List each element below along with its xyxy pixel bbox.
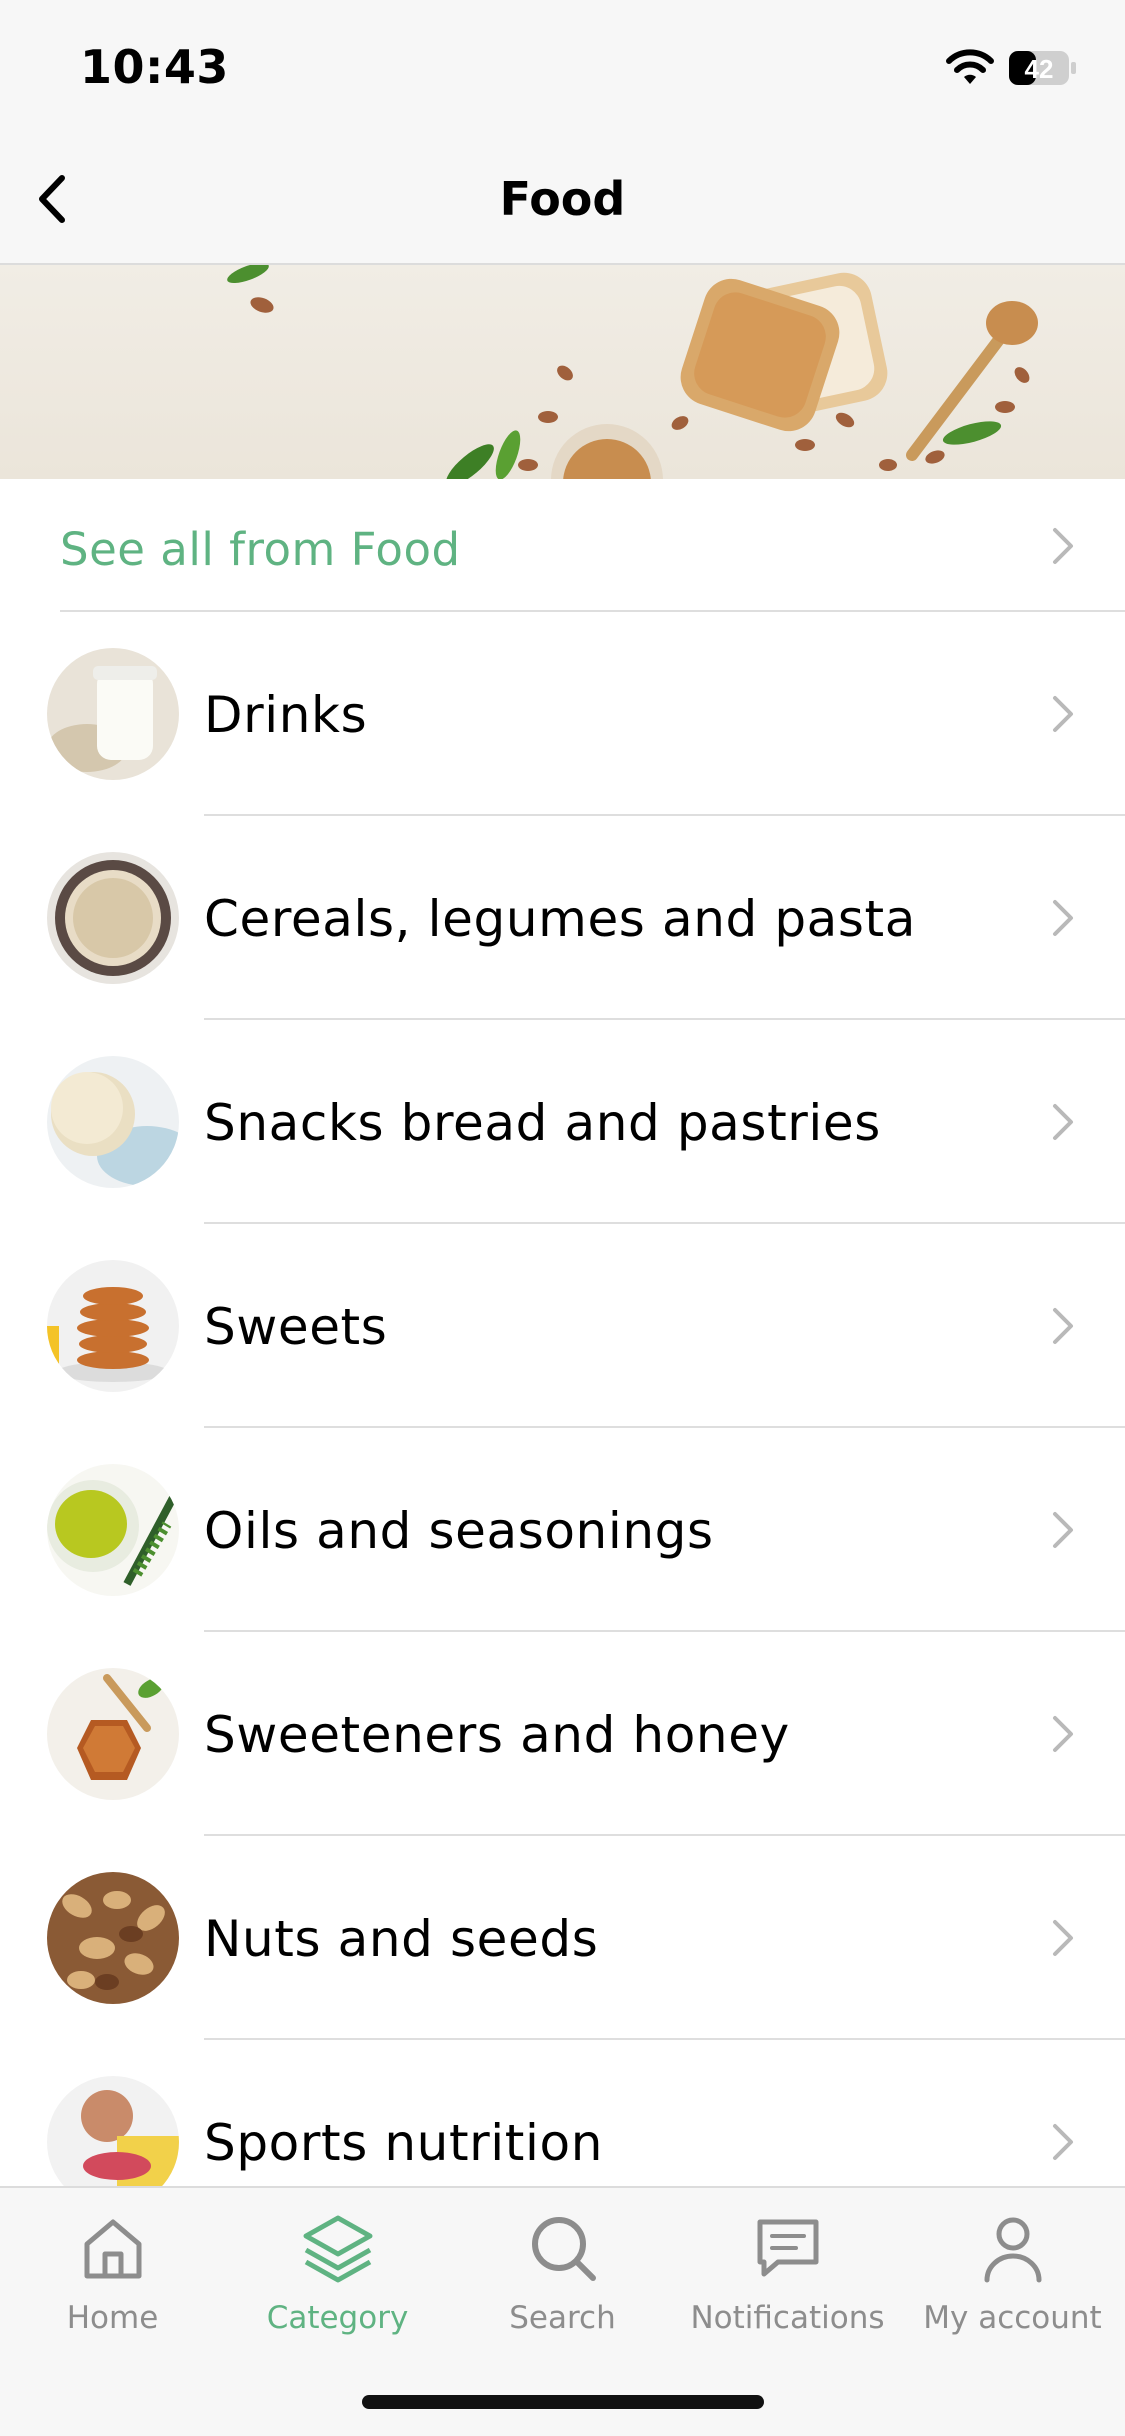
list-item-label: Sweeteners and honey bbox=[204, 1706, 790, 1764]
user-icon bbox=[984, 2217, 1041, 2283]
tab-label: Notifications bbox=[690, 2300, 885, 2336]
list-item-label: Drinks bbox=[204, 686, 368, 744]
tab-search[interactable]: Search bbox=[450, 2208, 675, 2358]
battery-level: 42 bbox=[1025, 54, 1054, 84]
mixed-nuts-image bbox=[47, 1872, 179, 2004]
chevron-right-icon bbox=[1053, 2124, 1073, 2160]
page-title: Food bbox=[499, 172, 626, 226]
chevron-right-icon bbox=[1053, 1104, 1073, 1140]
tab-label: My account bbox=[923, 2300, 1102, 2336]
rice-cakes-image bbox=[47, 1056, 179, 1188]
message-icon bbox=[757, 2219, 818, 2277]
list-item-sweeteners[interactable]: Sweeteners and honey bbox=[0, 1632, 1125, 1836]
chevron-right-icon bbox=[1053, 900, 1073, 936]
list-item-label: Cereals, legumes and pasta bbox=[204, 890, 916, 948]
honey-jar-image bbox=[47, 1668, 179, 1800]
tab-label: Search bbox=[509, 2300, 616, 2336]
see-all-row[interactable]: See all from Food bbox=[0, 479, 1125, 612]
see-all-label: See all from Food bbox=[60, 523, 461, 576]
tab-notifications[interactable]: Notifications bbox=[675, 2208, 900, 2358]
olive-oil-image bbox=[47, 1464, 179, 1596]
peanut-butter-banner-image bbox=[227, 265, 1038, 479]
status-bar: 10:43 42 bbox=[0, 0, 1125, 132]
cookie-stack-image bbox=[47, 1260, 179, 1392]
milk-jar-image bbox=[47, 648, 179, 780]
list-item-nuts[interactable]: Nuts and seeds bbox=[0, 1836, 1125, 2040]
nav-bar: Food bbox=[0, 132, 1125, 265]
oats-bowl-image bbox=[47, 852, 179, 984]
tab-my-account[interactable]: My account bbox=[900, 2208, 1125, 2358]
battery-icon: 42 bbox=[1009, 51, 1076, 85]
list-item-label: Oils and seasonings bbox=[204, 1502, 714, 1560]
category-list: See all from Food Drinks Cereals, legume… bbox=[0, 479, 1125, 2244]
chevron-right-icon bbox=[1053, 1308, 1073, 1344]
tab-category[interactable]: Category bbox=[225, 2208, 450, 2358]
list-item-snacks[interactable]: Snacks bread and pastries bbox=[0, 1020, 1125, 1224]
category-banner bbox=[0, 265, 1125, 479]
tab-label: Home bbox=[66, 2300, 159, 2336]
chevron-right-icon bbox=[1053, 1716, 1073, 1752]
list-item-oils[interactable]: Oils and seasonings bbox=[0, 1428, 1125, 1632]
list-item-label: Nuts and seeds bbox=[204, 1910, 599, 1968]
list-item-drinks[interactable]: Drinks bbox=[0, 612, 1125, 816]
list-item-label: Sweets bbox=[204, 1298, 388, 1356]
tab-label: Category bbox=[266, 2300, 409, 2336]
chevron-right-icon bbox=[1053, 1920, 1073, 1956]
wifi-icon bbox=[946, 49, 994, 84]
list-item-sweets[interactable]: Sweets bbox=[0, 1224, 1125, 1428]
list-item-label: Sports nutrition bbox=[204, 2114, 603, 2172]
layers-icon bbox=[303, 2215, 372, 2283]
chevron-right-icon bbox=[1053, 1512, 1073, 1548]
list-item-cereals[interactable]: Cereals, legumes and pasta bbox=[0, 816, 1125, 1020]
chevron-right-icon bbox=[1053, 528, 1073, 564]
home-icon bbox=[84, 2219, 141, 2279]
chevron-right-icon bbox=[1053, 696, 1073, 732]
status-time: 10:43 bbox=[80, 40, 229, 94]
home-indicator bbox=[362, 2395, 764, 2409]
tab-home[interactable]: Home bbox=[0, 2208, 225, 2358]
search-icon bbox=[531, 2217, 596, 2281]
list-item-label: Snacks bread and pastries bbox=[204, 1094, 881, 1152]
